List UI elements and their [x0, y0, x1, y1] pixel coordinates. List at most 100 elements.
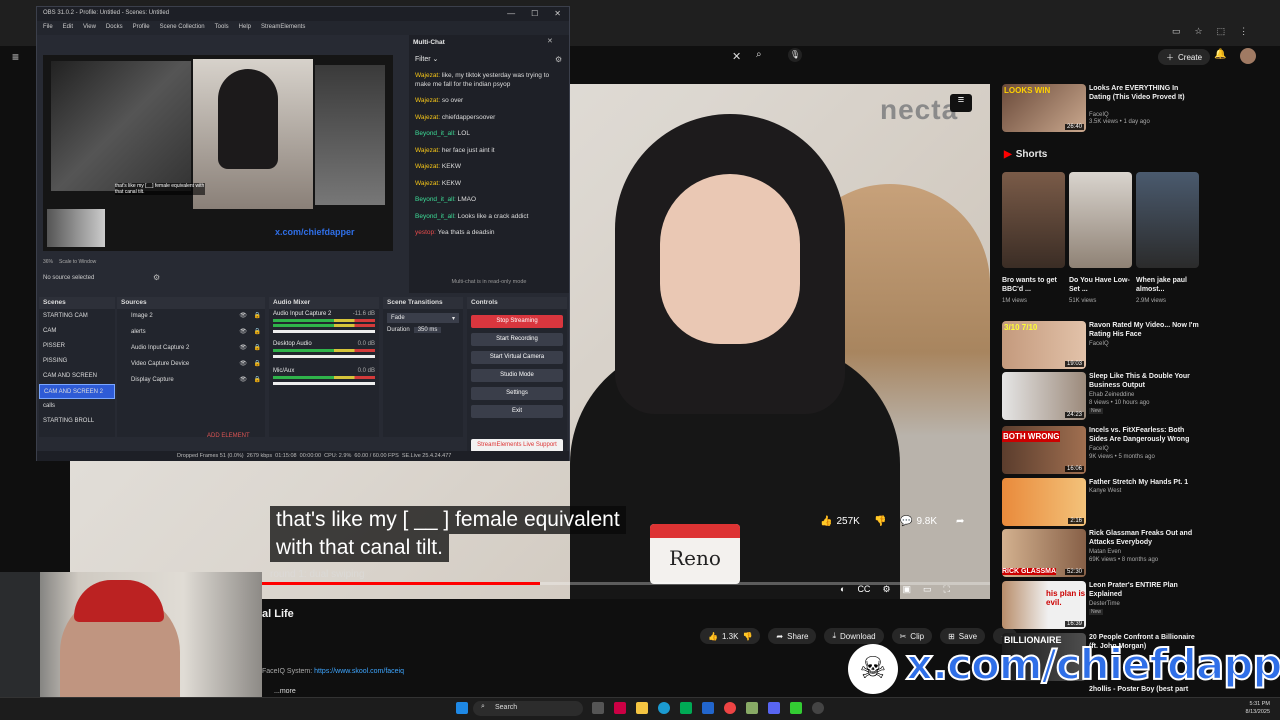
short-title-3[interactable]: When jake paul almost... [1136, 276, 1199, 294]
menu-view[interactable]: View [83, 24, 96, 32]
recommended-video[interactable]: 24:23 Sleep Like This & Double Your Busin… [1002, 372, 1202, 420]
download-button[interactable]: ⤓ Download [824, 628, 884, 644]
menu-help[interactable]: Help [239, 24, 251, 32]
voice-search-icon[interactable]: 🎙 [788, 48, 802, 62]
menu-docks[interactable]: Docks [106, 24, 123, 32]
obs-preview[interactable]: that's like my [__] female equivalent wi… [43, 55, 393, 251]
maximize-icon[interactable]: ☐ [531, 9, 538, 18]
control-button[interactable]: Start Virtual Camera [471, 351, 563, 364]
windows-start-icon[interactable] [456, 702, 468, 714]
thumbs-down-icon[interactable]: 👎 [742, 632, 752, 641]
scene-item[interactable]: CAM AND SCREEN 2 [39, 384, 115, 399]
recommended-video[interactable]: 2:16 Father Stretch My Hands Pt. 1 Kanye W… [1002, 478, 1202, 526]
zoom-level[interactable]: 36% [43, 259, 53, 265]
short-thumbnail-1[interactable] [1002, 172, 1065, 268]
share-button[interactable]: ➦ Share [768, 628, 817, 644]
fullscreen-icon[interactable]: ⛶ [944, 584, 950, 595]
source-properties-gear-icon[interactable]: ⚙ [153, 273, 160, 282]
scene-item[interactable]: PISSER [39, 339, 115, 354]
scene-item[interactable]: PISSING [39, 354, 115, 369]
short-title-2[interactable]: Do You Have Low-Set ... [1069, 276, 1132, 294]
volume-slider[interactable] [273, 330, 375, 333]
lock-icon[interactable]: 🔒 [254, 376, 261, 383]
visibility-eye-icon[interactable]: 👁 [239, 312, 247, 319]
menu-icon[interactable]: ⋮ [1239, 26, 1248, 38]
control-button[interactable]: Studio Mode [471, 369, 563, 382]
control-button[interactable]: Settings [471, 387, 563, 400]
scene-item[interactable]: STARTING BROLL [39, 414, 115, 429]
side-comments-button[interactable]: 💬 9.8K [900, 516, 937, 527]
source-item[interactable]: alerts 👁 🔒 [117, 325, 265, 341]
video-menu-icon[interactable]: ≡ [950, 94, 972, 112]
obs-taskbar-icon[interactable] [812, 702, 824, 714]
menu-profile[interactable]: Profile [133, 24, 150, 32]
visibility-eye-icon[interactable]: 👁 [239, 344, 247, 351]
transition-select[interactable]: Fade ▾ [387, 313, 459, 323]
scene-item[interactable]: calls [39, 399, 115, 414]
bookmark-star-icon[interactable]: ☆ [1195, 26, 1203, 38]
side-like-button[interactable]: 👍 257K [820, 516, 860, 527]
recommended-video[interactable]: 3/10 7/10 19:03 Ravon Rated My Video... No… [1002, 321, 1202, 369]
app-icon[interactable] [790, 702, 802, 714]
scene-item[interactable]: CAM AND SCREEN [39, 369, 115, 384]
source-item[interactable]: Display Capture 👁 🔒 [117, 373, 265, 389]
control-button[interactable]: Stop Streaming [471, 315, 563, 328]
file-explorer-icon[interactable] [636, 702, 648, 714]
scene-item[interactable]: STARTING CAM [39, 309, 115, 324]
lock-icon[interactable]: 🔒 [254, 360, 261, 367]
settings-gear-icon[interactable]: ⚙ [882, 584, 890, 595]
scale-to-window[interactable]: Scale to Window [59, 259, 96, 265]
store-icon[interactable] [680, 702, 692, 714]
duration-input[interactable]: 350 ms [413, 327, 442, 333]
create-button[interactable]: ＋ Create [1158, 49, 1211, 65]
notifications-bell-icon[interactable]: 🔔 [1214, 49, 1226, 60]
visibility-eye-icon[interactable]: 👁 [239, 328, 247, 335]
clear-search-icon[interactable]: ✕ [732, 50, 741, 63]
chapter-label[interactable]: round 1: dual swiping [270, 569, 365, 580]
app-icon[interactable] [746, 702, 758, 714]
short-title-1[interactable]: Bro wants to get BBC'd ... [1002, 276, 1065, 294]
dock-close-icon[interactable]: ✕ [547, 37, 553, 45]
taskbar-clock[interactable]: 5:31 PM 8/13/2025 [1246, 700, 1270, 716]
hamburger-icon[interactable]: ≡ [12, 50, 19, 64]
menu-file[interactable]: File [43, 24, 53, 32]
recommended-video[interactable]: LOOKS WIN 26:40 Looks Are EVERYTHING In … [1002, 84, 1202, 132]
chrome-icon[interactable] [724, 702, 736, 714]
minimize-icon[interactable]: — [507, 9, 515, 18]
menu-scene-collection[interactable]: Scene Collection [160, 24, 205, 32]
captions-icon[interactable]: CC [857, 584, 870, 595]
short-thumbnail-3[interactable] [1136, 172, 1199, 268]
search-icon[interactable]: ⌕ [756, 49, 762, 60]
source-item[interactable]: Image 2 👁 🔒 [117, 309, 265, 325]
like-button[interactable]: 👍 1.3K 👎 [700, 628, 761, 644]
discord-icon[interactable] [768, 702, 780, 714]
menu-edit[interactable]: Edit [63, 24, 73, 32]
autoplay-toggle[interactable]: ◐ [840, 584, 845, 595]
lock-icon[interactable]: 🔒 [254, 344, 261, 351]
control-button[interactable]: Start Recording [471, 333, 563, 346]
visibility-eye-icon[interactable]: 👁 [239, 360, 247, 367]
description-link[interactable]: https://www.skool.com/faceiq [314, 668, 404, 675]
chat-settings-gear-icon[interactable]: ⚙ [555, 55, 562, 64]
cast-icon[interactable]: ▭ [1172, 26, 1181, 38]
source-item[interactable]: Video Capture Device 👁 🔒 [117, 357, 265, 373]
add-element-button[interactable]: ADD ELEMENT [207, 433, 250, 439]
miniplayer-icon[interactable]: ▣ [903, 584, 912, 595]
menu-tools[interactable]: Tools [215, 24, 229, 32]
taskbar-search[interactable]: ⌕ Search [473, 701, 583, 716]
close-icon[interactable]: ✕ [554, 9, 561, 18]
extensions-icon[interactable]: ⬚ [1217, 26, 1226, 38]
recommended-video[interactable]: BOTH WRONG 16:06 Incels vs. FitXFearless: … [1002, 426, 1202, 474]
description-more-link[interactable]: ...more [274, 688, 296, 695]
vscode-icon[interactable] [702, 702, 714, 714]
menu-streamelements[interactable]: StreamElements [261, 24, 305, 32]
lock-icon[interactable]: 🔒 [254, 328, 261, 335]
recommended-video[interactable]: RICK GLASSMA 52:30 Rick Glassman Freaks Ou… [1002, 529, 1202, 577]
lock-icon[interactable]: 🔒 [254, 312, 261, 319]
side-share-button[interactable]: ➦ [956, 516, 964, 527]
chat-filter-dropdown[interactable]: Filter ⌄ [415, 55, 438, 63]
avatar[interactable] [1240, 48, 1256, 64]
theater-icon[interactable]: ▭ [923, 584, 932, 595]
side-dislike-button[interactable]: 👎 [874, 516, 886, 527]
control-button[interactable]: Exit [471, 405, 563, 418]
